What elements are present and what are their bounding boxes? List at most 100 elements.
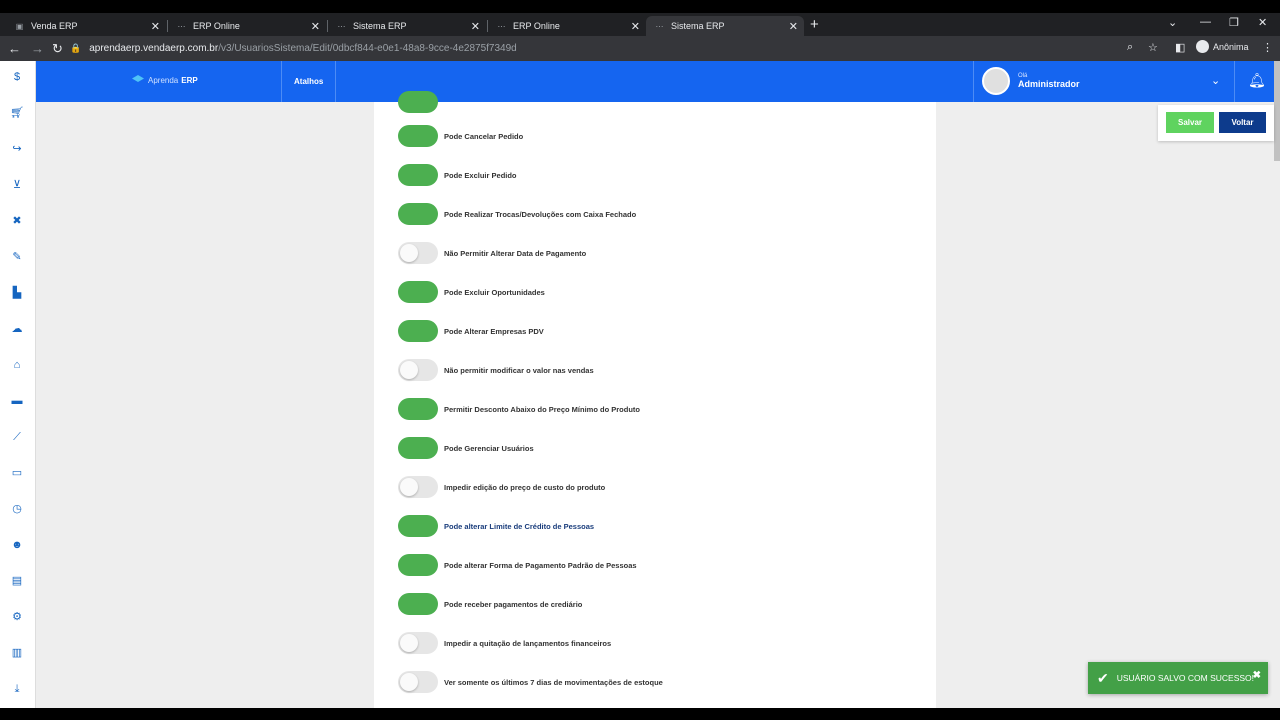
browser-menu-icon[interactable]: ⋮ — [1262, 41, 1273, 54]
browser-tab[interactable]: ⋯ ERP Online ✕ — [488, 16, 646, 36]
permission-row[interactable]: Ver somente os últimos 7 dias de movimen… — [398, 671, 663, 693]
permission-row[interactable]: Pode alterar Limite de Crédito de Pessoa… — [398, 515, 594, 537]
back-button[interactable]: Voltar — [1219, 112, 1266, 133]
toggle-knob — [400, 634, 418, 652]
shortcuts-menu[interactable]: Atalhos — [294, 77, 323, 86]
permission-row[interactable]: Impedir a quitação de lançamentos financ… — [398, 632, 611, 654]
permission-row[interactable]: Pode Realizar Trocas/Devoluções com Caix… — [398, 203, 636, 225]
permission-toggle[interactable] — [398, 242, 438, 264]
permission-row[interactable]: Pode Excluir Pedido — [398, 164, 517, 186]
permission-toggle[interactable] — [398, 671, 438, 693]
permission-row[interactable]: Pode alterar Forma de Pagamento Padrão d… — [398, 554, 637, 576]
url-path: /v3/UsuariosSistema/Edit/0dbcf844-e0e1-4… — [218, 43, 517, 54]
forward-arrow-icon[interactable]: → — [31, 41, 44, 56]
permission-toggle[interactable] — [398, 437, 438, 459]
close-icon[interactable]: ✖ — [1253, 670, 1261, 681]
permission-toggle[interactable] — [398, 320, 438, 342]
save-button[interactable]: Salvar — [1166, 112, 1214, 133]
loading-favicon-icon: ⋯ — [177, 21, 186, 31]
reload-icon[interactable]: ↻ — [52, 41, 63, 57]
header-divider — [1234, 61, 1235, 102]
back-arrow-icon[interactable]: ← — [8, 41, 21, 56]
close-icon[interactable]: ✕ — [311, 20, 320, 33]
cloud-icon[interactable]: ☁ — [8, 320, 26, 338]
permission-toggle[interactable] — [398, 593, 438, 615]
user-menu[interactable]: Olá Administrador — [982, 67, 1080, 95]
toggle-knob — [418, 93, 436, 111]
permission-row[interactable]: Pode Cancelar Pedido — [398, 125, 523, 147]
permission-row-partial[interactable] — [398, 91, 438, 113]
clock-icon[interactable]: ◷ — [8, 500, 26, 518]
toggle-knob — [418, 127, 436, 145]
permission-row[interactable]: Pode Alterar Empresas PDV — [398, 320, 544, 342]
scrollbar-thumb[interactable] — [1274, 61, 1280, 161]
zoom-search-icon[interactable]: ⌕ — [1127, 41, 1133, 54]
app-logo[interactable]: Aprenda ERP — [132, 75, 198, 85]
url-field[interactable]: 🔒 aprendaerp.vendaerp.com.br/v3/Usuarios… — [70, 39, 1120, 58]
cart-icon[interactable]: 🛒︎ — [8, 104, 26, 122]
permission-toggle[interactable] — [398, 359, 438, 381]
browser-tab[interactable]: ▣ Venda ERP ✕ — [6, 16, 166, 36]
permission-row[interactable]: Não permitir modificar o valor nas venda… — [398, 359, 594, 381]
hierarchy-icon[interactable]: ▙ — [8, 284, 26, 302]
close-icon[interactable]: ✕ — [631, 20, 640, 33]
permission-row[interactable]: Permitir Desconto Abaixo do Preço Mínimo… — [398, 398, 640, 420]
cart-check-icon[interactable]: ⊻ — [8, 176, 26, 194]
browser-address-bar: ← → ↻ 🔒 aprendaerp.vendaerp.com.br/v3/Us… — [0, 36, 1280, 61]
loading-favicon-icon: ⋯ — [655, 21, 664, 31]
restore-icon[interactable]: ❐ — [1229, 16, 1239, 29]
avatar — [982, 67, 1010, 95]
permission-toggle[interactable] — [398, 398, 438, 420]
gear-icon[interactable]: ⚙ — [8, 608, 26, 626]
car-icon[interactable]: ▬ — [8, 392, 26, 410]
incognito-profile[interactable]: Anônima — [1196, 40, 1249, 53]
users-icon[interactable]: ☻ — [8, 536, 26, 554]
permission-row[interactable]: Pode receber pagamentos de crediário — [398, 593, 582, 615]
permission-toggle[interactable] — [398, 164, 438, 186]
share-icon[interactable]: ↪ — [8, 140, 26, 158]
browser-tab-active[interactable]: ⋯ Sistema ERP ✕ — [646, 16, 804, 36]
edit-icon[interactable]: ✎ — [8, 248, 26, 266]
wrench-icon[interactable]: ⟋ — [8, 428, 26, 446]
permission-toggle[interactable] — [398, 91, 438, 113]
browser-tab[interactable]: ⋯ Sistema ERP ✕ — [328, 16, 486, 36]
permission-row[interactable]: Pode Gerenciar Usuários — [398, 437, 534, 459]
logo-text: Aprenda — [148, 75, 179, 85]
success-toast: ✔ USUÁRIO SALVO COM SUCESSO! ✖ — [1088, 662, 1268, 694]
loading-favicon-icon: ⋯ — [497, 21, 506, 31]
permission-label: Impedir a quitação de lançamentos financ… — [444, 638, 612, 648]
window-close-icon[interactable]: ✕ — [1258, 16, 1267, 29]
monitor-icon[interactable]: ▭ — [8, 464, 26, 482]
tools-icon[interactable]: ✖ — [8, 212, 26, 230]
header-divider — [335, 61, 336, 102]
chart-icon[interactable]: ▥ — [8, 644, 26, 662]
browser-tab[interactable]: ⋯ ERP Online ✕ — [168, 16, 326, 36]
bank-icon[interactable]: ⌂ — [8, 356, 26, 374]
permission-toggle[interactable] — [398, 515, 438, 537]
close-icon[interactable]: ✕ — [471, 20, 480, 33]
permission-toggle[interactable] — [398, 203, 438, 225]
permission-row[interactable]: Não Permitir Alterar Data de Pagamento — [398, 242, 586, 264]
side-panel-icon[interactable]: ◧ — [1175, 41, 1185, 54]
permission-toggle[interactable] — [398, 281, 438, 303]
download-icon[interactable]: ⤓ — [8, 680, 26, 698]
permission-label: Permitir Desconto Abaixo do Preço Mínimo… — [444, 404, 640, 414]
permission-row[interactable]: Pode Excluir Oportunidades — [398, 281, 545, 303]
tab-title: ERP Online — [193, 21, 240, 31]
new-tab-plus-icon[interactable]: + — [810, 16, 819, 33]
permission-toggle[interactable] — [398, 476, 438, 498]
tab-search-chevron-icon[interactable]: ⌄ — [1168, 16, 1177, 29]
bookmark-star-icon[interactable]: ☆ — [1148, 41, 1158, 54]
permission-toggle[interactable] — [398, 554, 438, 576]
dollar-icon[interactable]: $ — [8, 68, 26, 86]
close-icon[interactable]: ✕ — [151, 20, 160, 33]
bell-icon[interactable]: 🔔︎ — [1248, 72, 1266, 89]
permission-label: Pode Realizar Trocas/Devoluções com Caix… — [444, 209, 637, 219]
minimize-icon[interactable]: — — [1200, 16, 1211, 28]
report-icon[interactable]: ▤ — [8, 572, 26, 590]
permission-toggle[interactable] — [398, 125, 438, 147]
permission-row[interactable]: Impedir edição do preço de custo do prod… — [398, 476, 605, 498]
close-icon[interactable]: ✕ — [789, 20, 798, 33]
chevron-down-icon[interactable]: ⌄ — [1211, 74, 1220, 87]
permission-toggle[interactable] — [398, 632, 438, 654]
